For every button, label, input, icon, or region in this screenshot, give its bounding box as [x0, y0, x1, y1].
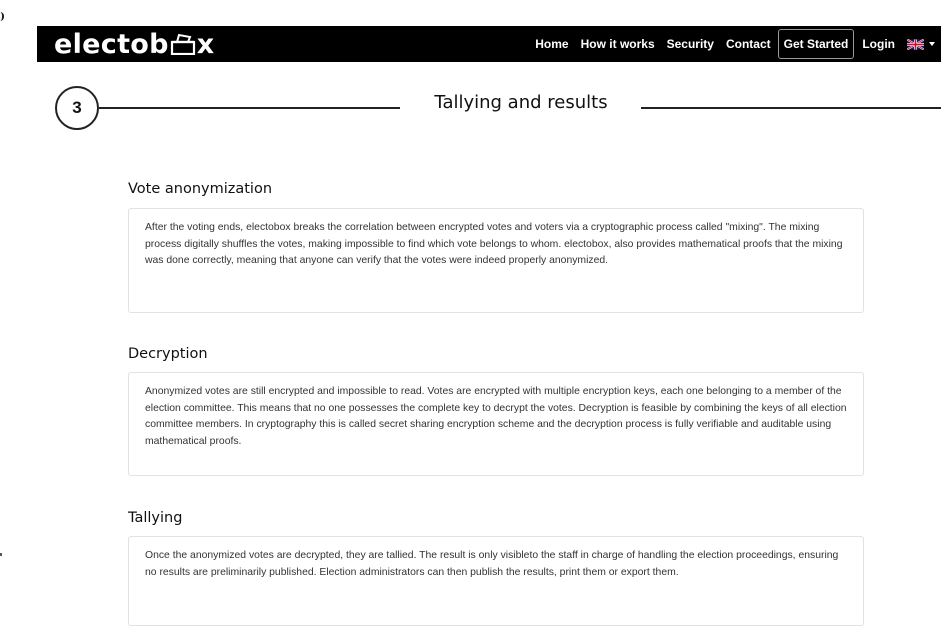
logo-text-suffix: x	[196, 28, 215, 60]
nav-links: Home How it works Security Contact Get S…	[523, 26, 935, 62]
login-link[interactable]: Login	[862, 37, 895, 51]
nav-security[interactable]: Security	[667, 37, 714, 51]
heading-tallying: Tallying	[128, 510, 183, 526]
card-body-text: After the voting ends, electobox breaks …	[145, 222, 843, 266]
card-body-text: Once the anonymized votes are decrypted,…	[145, 550, 839, 578]
top-navbar: electob x Home How it works Security Con…	[37, 26, 941, 62]
logo[interactable]: electob x	[54, 27, 215, 61]
logo-text-prefix: electob	[54, 28, 169, 60]
step-number-badge: 3	[55, 86, 99, 130]
chevron-down-icon	[929, 42, 935, 46]
card-tallying: Once the anonymized votes are decrypted,…	[128, 536, 864, 626]
section-title: Tallying and results	[434, 92, 608, 113]
language-selector[interactable]	[907, 38, 935, 50]
card-decryption: Anonymized votes are still encrypted and…	[128, 372, 864, 476]
get-started-button[interactable]: Get Started	[777, 29, 855, 59]
card-vote-anonymization: After the voting ends, electobox breaks …	[128, 208, 864, 313]
heading-decryption: Decryption	[128, 346, 208, 362]
left-edge-dot	[0, 553, 2, 556]
card-body-text: Anonymized votes are still encrypted and…	[145, 386, 847, 447]
ballot-box-icon	[170, 33, 195, 55]
nav-contact[interactable]: Contact	[726, 37, 771, 51]
nav-home[interactable]: Home	[535, 37, 568, 51]
section-divider-right	[641, 107, 941, 109]
heading-vote-anonymization: Vote anonymization	[128, 181, 273, 197]
left-edge-mark	[0, 12, 4, 21]
nav-how-it-works[interactable]: How it works	[581, 37, 655, 51]
uk-flag-icon	[907, 38, 924, 50]
section-divider-left	[99, 107, 400, 109]
